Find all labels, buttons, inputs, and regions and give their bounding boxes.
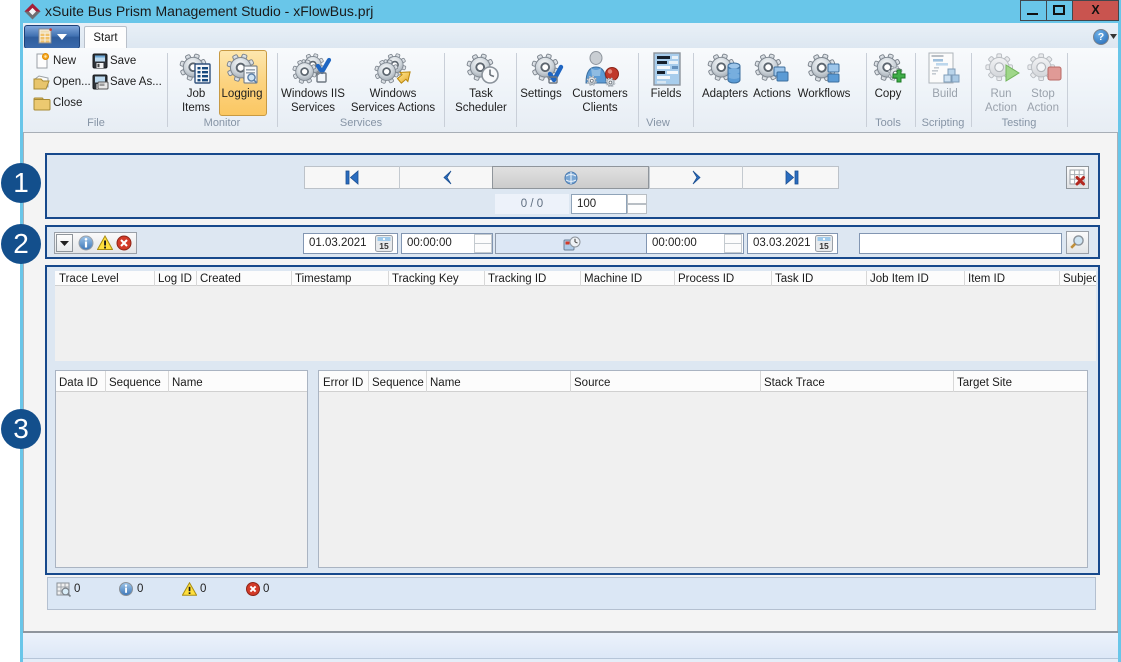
svg-text:15: 15 (819, 241, 829, 251)
svg-text:15: 15 (379, 241, 389, 251)
